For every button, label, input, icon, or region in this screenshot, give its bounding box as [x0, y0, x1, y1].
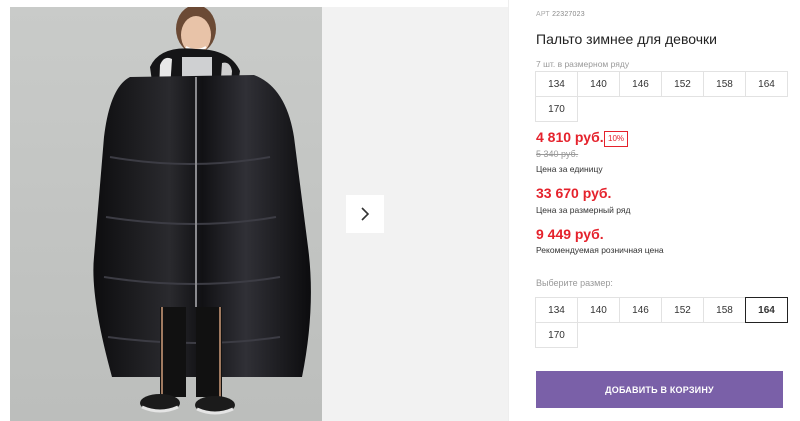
size-row-cell: 170	[535, 96, 578, 122]
size-row-cell: 140	[577, 71, 620, 97]
size-option-selected[interactable]: 164	[745, 297, 788, 323]
next-image-button[interactable]	[346, 195, 384, 233]
size-row-count: 7 шт. в размерном ряду	[536, 59, 630, 69]
size-row-cell: 158	[703, 71, 746, 97]
unit-price-caption: Цена за единицу	[536, 164, 603, 174]
rrp-price-caption: Рекомендуемая розничная цена	[536, 245, 664, 255]
product-gallery	[10, 7, 508, 421]
add-to-cart-button[interactable]: ДОБАВИТЬ В КОРЗИНУ	[536, 371, 783, 408]
size-row-cell: 152	[661, 71, 704, 97]
size-option[interactable]: 170	[535, 322, 578, 348]
panel-divider	[508, 0, 509, 421]
sku: АРТ 22327023	[536, 11, 585, 18]
size-row-cell: 146	[619, 71, 662, 97]
size-option[interactable]: 140	[577, 297, 620, 323]
discount-badge: 10%	[604, 131, 629, 147]
rrp-price: 9 449 руб.	[536, 226, 604, 242]
size-row-grid: 134 140 146 152 158 164 170	[535, 71, 788, 122]
size-option[interactable]: 146	[619, 297, 662, 323]
size-option[interactable]: 134	[535, 297, 578, 323]
row-price: 33 670 руб.	[536, 185, 612, 201]
choose-size-label: Выберите размер:	[536, 278, 613, 288]
size-row-cell: 164	[745, 71, 788, 97]
size-picker: 134 140 146 152 158 164 170	[535, 297, 788, 348]
chevron-right-icon	[361, 207, 370, 221]
old-price: 5 340 руб.	[536, 149, 579, 159]
product-title: Пальто зимнее для девочки	[536, 31, 717, 47]
sku-value: 22327023	[552, 11, 585, 18]
sku-label: АРТ	[536, 11, 550, 18]
size-option[interactable]: 152	[661, 297, 704, 323]
size-row-cell: 134	[535, 71, 578, 97]
size-option[interactable]: 158	[703, 297, 746, 323]
girl-in-coat-illustration	[10, 7, 322, 421]
row-price-caption: Цена за размерный ряд	[536, 205, 631, 215]
product-photo[interactable]	[10, 7, 322, 421]
unit-price: 4 810 руб.	[536, 129, 604, 145]
